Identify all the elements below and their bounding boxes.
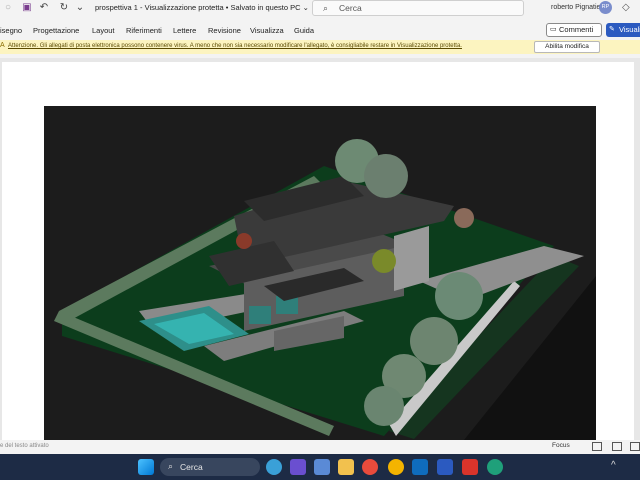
windows-start-icon[interactable] (138, 459, 154, 475)
comment-icon: ▭ (550, 26, 557, 33)
print-layout-icon[interactable] (612, 442, 622, 451)
quick-access-more-icon[interactable]: ⌄ (74, 2, 86, 14)
document-title[interactable]: prospettiva 1 - Visualizzazione protetta… (95, 3, 309, 12)
ribbon-tabs: isegno Progettazione Layout Riferimenti … (0, 20, 640, 40)
copilot-icon[interactable] (266, 459, 282, 475)
title-bar: ○ ▣ ↶ ↻ ⌄ prospettiva 1 - Visualizzazion… (0, 0, 640, 17)
view-mode-button[interactable]: ✎ Visuali (606, 23, 640, 37)
taskbar: ⌕ Cerca ^ (0, 454, 640, 480)
avatar[interactable]: RP (599, 1, 612, 14)
show-hidden-icons-icon[interactable]: ^ (611, 460, 616, 471)
villa-3d-render-image (44, 106, 596, 440)
acrobat-icon[interactable] (462, 459, 478, 475)
focus-button[interactable]: Focus (552, 442, 570, 449)
web-layout-icon[interactable] (630, 442, 640, 451)
taskbar-search-label: Cerca (180, 462, 203, 472)
warning-icon: A (0, 42, 5, 49)
comments-label: Commenti (559, 25, 594, 34)
taskbar-search-icon: ⌕ (168, 461, 174, 471)
pencil-icon: ✎ (609, 26, 615, 33)
file-explorer-icon[interactable] (338, 459, 354, 475)
designer-icon[interactable]: ◇ (622, 2, 630, 13)
tab-riferimenti[interactable]: Riferimenti (126, 26, 162, 35)
tab-visualizza[interactable]: Visualizza (250, 26, 284, 35)
word-icon[interactable] (437, 459, 453, 475)
status-bar: e del testo attivato Focus (0, 440, 640, 454)
tab-progettazione[interactable]: Progettazione (33, 26, 79, 35)
enable-editing-button[interactable]: Abilita modifica (534, 41, 600, 53)
edge-icon[interactable] (487, 459, 503, 475)
warning-message[interactable]: Attenzione. Gli allegati di posta elettr… (8, 43, 462, 49)
taskbar-search[interactable]: ⌕ Cerca (160, 458, 260, 476)
mail-app-icon[interactable] (314, 459, 330, 475)
status-text: e del testo attivato (0, 443, 49, 449)
outlook-icon[interactable] (412, 459, 428, 475)
view-mode-label: Visuali (619, 25, 640, 34)
tab-guida[interactable]: Guida (294, 26, 314, 35)
document-area[interactable] (0, 58, 640, 440)
search-box[interactable]: ⌕ Cerca (312, 0, 524, 16)
search-icon: ⌕ (323, 3, 329, 13)
tab-layout[interactable]: Layout (92, 26, 115, 35)
chrome-icon[interactable] (362, 459, 378, 475)
read-mode-icon[interactable] (592, 442, 602, 451)
chrome-alt-icon[interactable] (388, 459, 404, 475)
save-icon[interactable]: ▣ (21, 2, 33, 14)
tab-lettere[interactable]: Lettere (173, 26, 196, 35)
undo-icon[interactable]: ↶ (38, 2, 50, 14)
search-placeholder: Cerca (339, 3, 362, 13)
meet-icon[interactable] (290, 459, 306, 475)
redo-icon[interactable]: ↻ (58, 2, 70, 14)
comments-button[interactable]: ▭ Commenti (546, 23, 602, 37)
autosave-toggle[interactable]: ○ (2, 2, 14, 14)
tab-revisione[interactable]: Revisione (208, 26, 241, 35)
document-page[interactable] (2, 62, 634, 440)
tab-disegno[interactable]: isegno (0, 26, 22, 35)
